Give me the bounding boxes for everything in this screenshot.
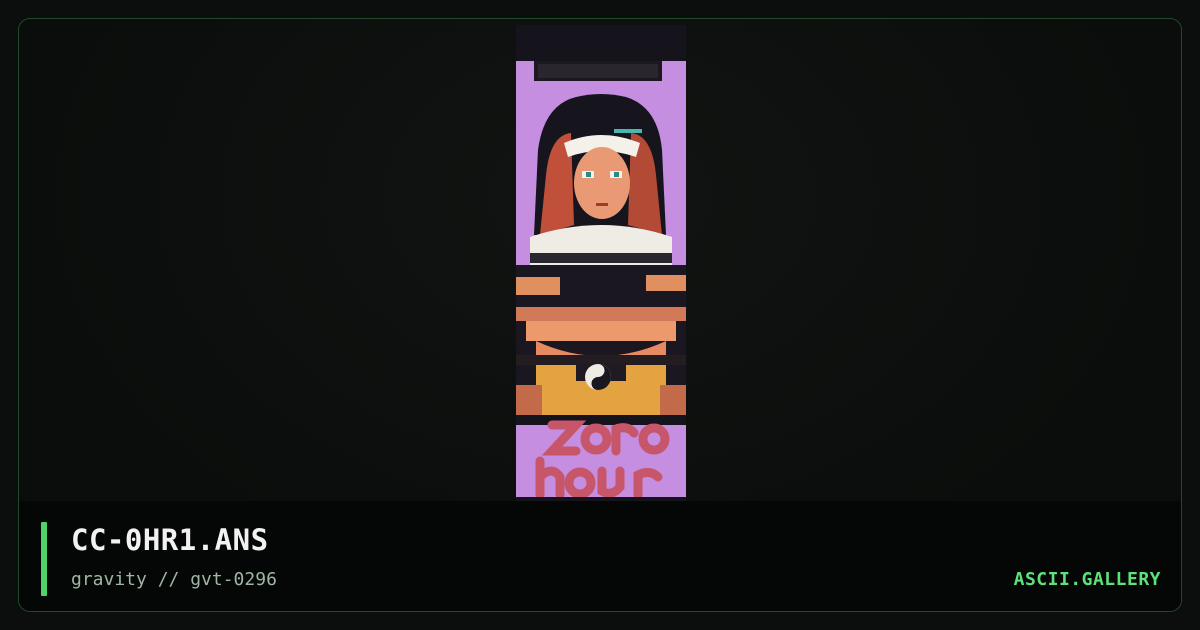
- ansi-art-preview-image[interactable]: [516, 25, 686, 501]
- artwork-info-footer: CC-0HR1.ANS gravity // gvt-0296 ASCII.GA…: [19, 501, 1181, 611]
- preview-card: CC-0HR1.ANS gravity // gvt-0296 ASCII.GA…: [18, 18, 1182, 612]
- site-brand-link[interactable]: ASCII.GALLERY: [1014, 569, 1161, 590]
- artwork-byline[interactable]: gravity // gvt-0296: [71, 569, 277, 590]
- artwork-filename[interactable]: CC-0HR1.ANS: [71, 523, 269, 557]
- ansi-art-illustration: [516, 25, 686, 501]
- accent-bar: [41, 522, 47, 596]
